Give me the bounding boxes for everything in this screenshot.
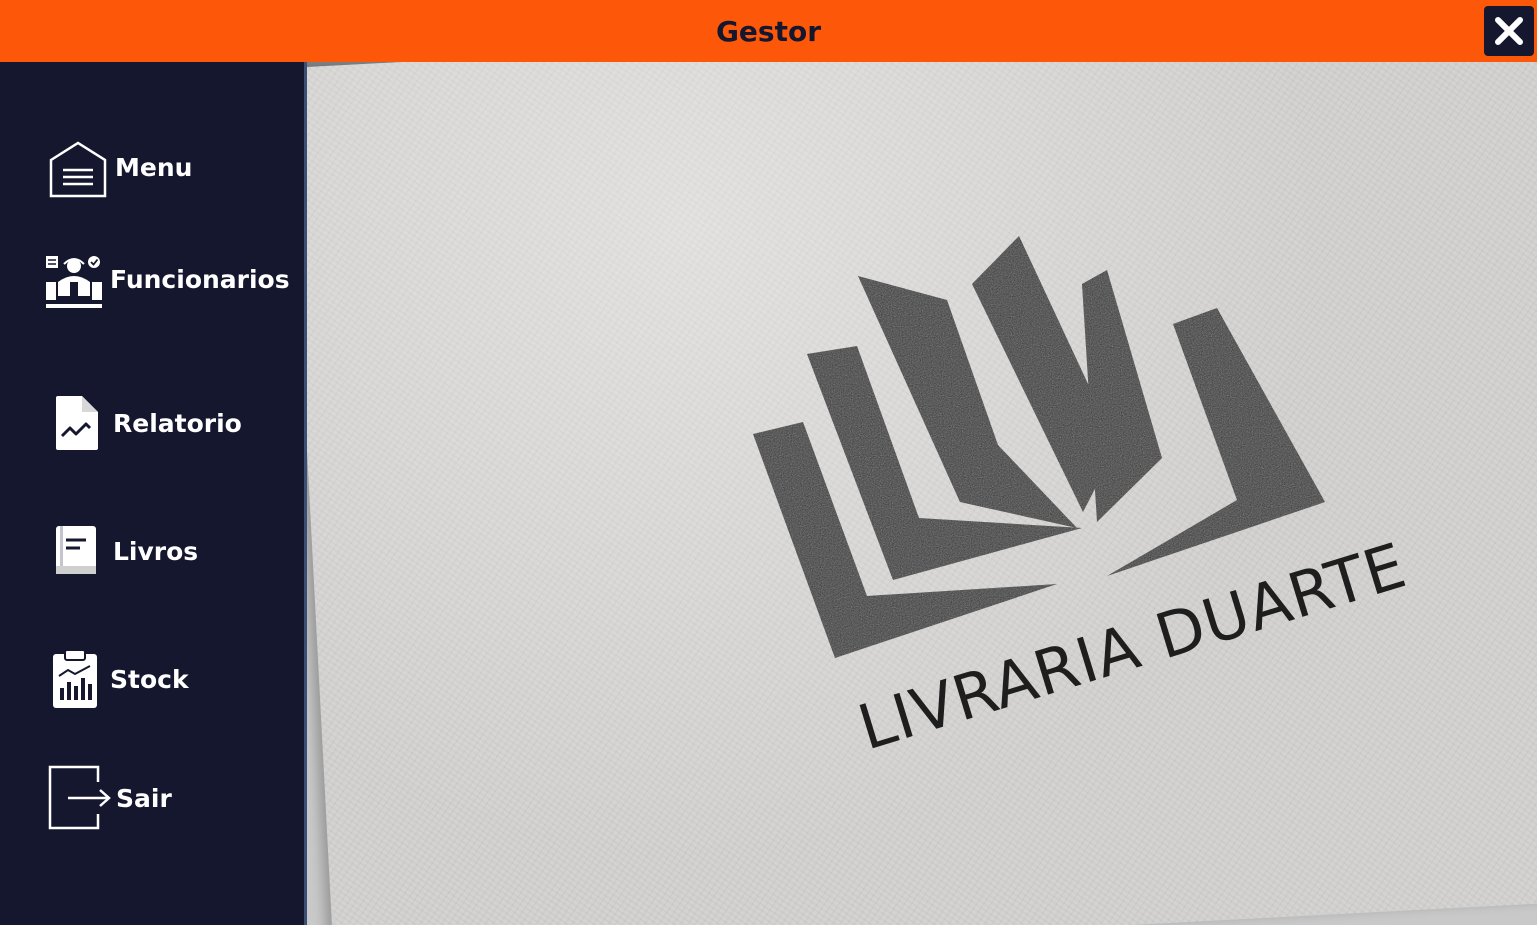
sidebar-item-label: Sair (116, 784, 172, 813)
sidebar-item-relatorio[interactable]: Relatorio (40, 394, 290, 464)
sidebar-item-label: Relatorio (113, 409, 242, 438)
close-button[interactable] (1484, 6, 1534, 56)
sidebar-item-livros[interactable]: Livros (40, 522, 290, 592)
menu-icon (49, 141, 107, 198)
sidebar-item-label: Menu (115, 153, 193, 182)
sidebar-item-label: Stock (110, 665, 189, 694)
sidebar-item-stock[interactable]: Stock (40, 648, 290, 718)
employees-icon (46, 256, 102, 308)
report-icon (56, 396, 98, 450)
window-title: Gestor (715, 15, 822, 48)
sidebar-item-funcionarios[interactable]: Funcionarios (40, 250, 290, 320)
sidebar-item-label: Livros (113, 537, 199, 566)
title-bar: Gestor (0, 0, 1537, 62)
clipboard-chart-icon (53, 649, 97, 708)
open-book-logo-icon: LIVRARIA DUARTE (753, 236, 1414, 764)
main-content: LIVRARIA DUARTE (304, 62, 1537, 925)
sidebar: Menu Funcionarios Relatorio Livros Stock… (0, 62, 304, 925)
logout-icon (48, 765, 111, 830)
book-icon (56, 526, 96, 574)
close-icon (1495, 17, 1523, 45)
sidebar-item-sair[interactable]: Sair (40, 764, 290, 834)
sidebar-item-label: Funcionarios (110, 265, 290, 294)
sidebar-item-menu[interactable]: Menu (40, 138, 290, 208)
